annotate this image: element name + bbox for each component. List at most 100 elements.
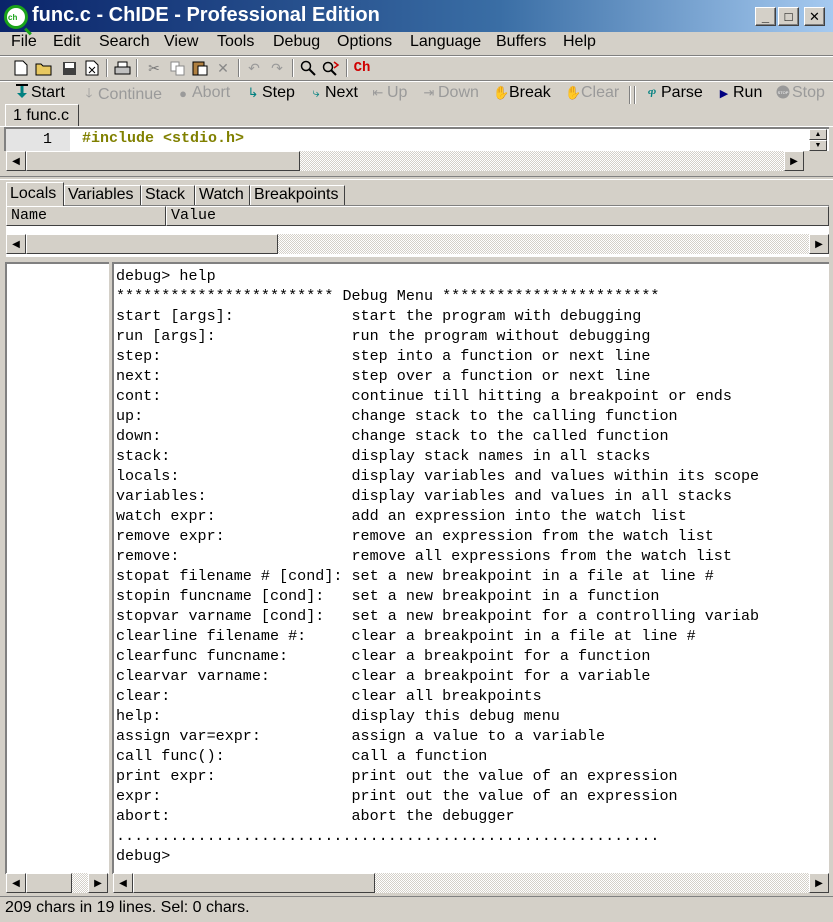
scroll-thumb[interactable] — [26, 151, 300, 171]
save-icon[interactable] — [60, 59, 78, 77]
console-line: locals: display variables and values wit… — [116, 467, 760, 485]
code-editor[interactable]: 1 #include <stdio.h> ▲ ▼ — [4, 127, 829, 151]
console-line: expr: print out the value of an expressi… — [116, 787, 678, 805]
menu-buffers[interactable]: Buffers — [496, 33, 546, 51]
stop-button[interactable]: STOP Stop — [776, 84, 825, 102]
redo-icon[interactable]: ↷ — [268, 59, 286, 77]
step-label: Step — [262, 84, 295, 101]
scroll-down-arrow-icon[interactable]: ▼ — [809, 140, 827, 151]
console-line: assign var=expr: assign a value to a var… — [116, 727, 606, 745]
run-button[interactable]: ▶ Run — [717, 84, 763, 102]
scroll-right-arrow-icon[interactable]: ▶ — [809, 873, 829, 893]
scroll-left-arrow-icon[interactable]: ◀ — [6, 873, 26, 893]
console-line: start [args]: start the program with deb… — [116, 307, 642, 325]
console-line: clearfunc funcname: clear a breakpoint f… — [116, 647, 651, 665]
console-line: stopin funcname [cond]: set a new breakp… — [116, 587, 660, 605]
menu-file[interactable]: File — [11, 33, 37, 51]
start-button[interactable]: Start — [15, 84, 65, 102]
continue-button[interactable]: 🡓 Continue — [82, 84, 162, 106]
clear-button[interactable]: ✋ Clear — [565, 84, 619, 102]
console-line: clearvar varname: clear a breakpoint for… — [116, 667, 651, 685]
scroll-right-arrow-icon[interactable]: ▶ — [88, 873, 108, 893]
menu-options[interactable]: Options — [337, 33, 392, 51]
open-folder-icon[interactable] — [35, 59, 53, 77]
scroll-left-arrow-icon[interactable]: ◀ — [113, 873, 133, 893]
tab-stack[interactable]: Stack — [141, 185, 195, 206]
maximize-button[interactable]: □ — [778, 7, 799, 26]
next-button[interactable]: ⤷ Next — [309, 84, 358, 102]
menu-help[interactable]: Help — [563, 33, 596, 51]
step-button[interactable]: ↳ Step — [246, 84, 295, 102]
column-value[interactable]: Value — [166, 206, 829, 226]
scroll-left-arrow-icon[interactable]: ◀ — [6, 151, 26, 171]
title-bar[interactable]: ch func.c - ChIDE - Professional Edition… — [0, 0, 833, 36]
replace-icon[interactable] — [322, 59, 340, 77]
scroll-left-arrow-icon[interactable]: ◀ — [6, 234, 26, 254]
parse-button[interactable]: ዋ Parse — [645, 84, 703, 102]
print-icon[interactable] — [113, 59, 131, 77]
tab-func-c[interactable]: 1 func.c — [5, 104, 79, 128]
scroll-right-arrow-icon[interactable]: ▶ — [809, 234, 829, 254]
clear-label: Clear — [581, 84, 620, 101]
tab-variables[interactable]: Variables — [64, 185, 141, 206]
console-line: stopat filename # [cond]: set a new brea… — [116, 567, 714, 585]
tab-locals[interactable]: Locals — [6, 182, 64, 206]
console-line: next: step over a function or next line — [116, 367, 651, 385]
down-icon: ⇥ — [423, 85, 435, 100]
scroll-up-arrow-icon[interactable]: ▲ — [809, 129, 827, 140]
next-icon: ⤷ — [312, 85, 320, 100]
column-name[interactable]: Name — [6, 206, 166, 226]
output-left-pane[interactable] — [5, 262, 109, 874]
up-button[interactable]: ⇤ Up — [371, 84, 408, 102]
console-hscroll[interactable]: ◀ ▶ — [113, 873, 829, 893]
up-label: Up — [387, 84, 408, 101]
cut-icon[interactable]: ✂ — [145, 59, 163, 77]
tab-watch[interactable]: Watch — [195, 185, 250, 206]
down-button[interactable]: ⇥ Down — [422, 84, 479, 102]
abort-button[interactable]: ● Abort — [176, 84, 230, 102]
scroll-thumb[interactable] — [26, 873, 72, 893]
console-line: print expr: print out the value of an ex… — [116, 767, 678, 785]
menu-tools[interactable]: Tools — [217, 33, 254, 51]
menu-view[interactable]: View — [164, 33, 198, 51]
locals-panel[interactable]: Name Value ◀ ▶ — [6, 205, 829, 257]
editor-hscroll[interactable]: ◀ ▶ — [6, 151, 804, 171]
console-line: clear: clear all breakpoints — [116, 687, 542, 705]
copy-icon[interactable] — [168, 59, 186, 77]
console-line: call func(): call a function — [116, 747, 488, 765]
undo-icon[interactable]: ↶ — [245, 59, 263, 77]
start-label: Start — [31, 84, 65, 101]
console-line: ........................................… — [116, 827, 660, 845]
close-button[interactable]: ✕ — [804, 7, 825, 26]
locals-hscroll[interactable]: ◀ ▶ — [6, 234, 829, 254]
console-line: up: change stack to the calling function — [116, 407, 678, 425]
console-line: step: step into a function or next line — [116, 347, 651, 365]
close-file-icon[interactable] — [83, 59, 101, 77]
find-icon[interactable] — [299, 59, 317, 77]
menu-language[interactable]: Language — [410, 33, 481, 51]
menu-search[interactable]: Search — [99, 33, 150, 51]
minimize-button[interactable]: _ — [755, 7, 776, 26]
delete-icon[interactable]: ✕ — [214, 59, 232, 77]
paste-icon[interactable] — [191, 59, 209, 77]
debug-output-text[interactable]: debug> help ************************ Debu… — [116, 266, 759, 866]
ch-icon[interactable]: Ch — [353, 59, 371, 77]
status-text: 209 chars in 19 lines. Sel: 0 chars. — [5, 899, 250, 916]
scroll-thumb[interactable] — [26, 234, 278, 254]
scroll-thumb[interactable] — [133, 873, 375, 893]
splitter[interactable] — [0, 176, 833, 180]
new-file-icon[interactable] — [12, 59, 30, 77]
tab-breakpoints[interactable]: Breakpoints — [250, 185, 345, 206]
standard-toolbar: ✂ ✕ ↶ ↷ Ch — [0, 57, 833, 79]
menu-edit[interactable]: Edit — [53, 33, 81, 51]
code-line[interactable]: #include <stdio.h> — [82, 130, 244, 147]
menu-debug[interactable]: Debug — [273, 33, 320, 51]
scroll-right-arrow-icon[interactable]: ▶ — [784, 151, 804, 171]
abort-icon: ● — [179, 85, 187, 101]
console-line: debug> help — [116, 267, 216, 285]
editor-vscroll[interactable]: ▲ ▼ — [809, 129, 827, 151]
left-pane-hscroll[interactable]: ◀ ▶ — [6, 873, 108, 893]
break-button[interactable]: ✋ Break — [493, 84, 551, 102]
debug-output-console[interactable]: debug> help ************************ Debu… — [112, 262, 829, 874]
console-line: debug> — [116, 847, 171, 865]
